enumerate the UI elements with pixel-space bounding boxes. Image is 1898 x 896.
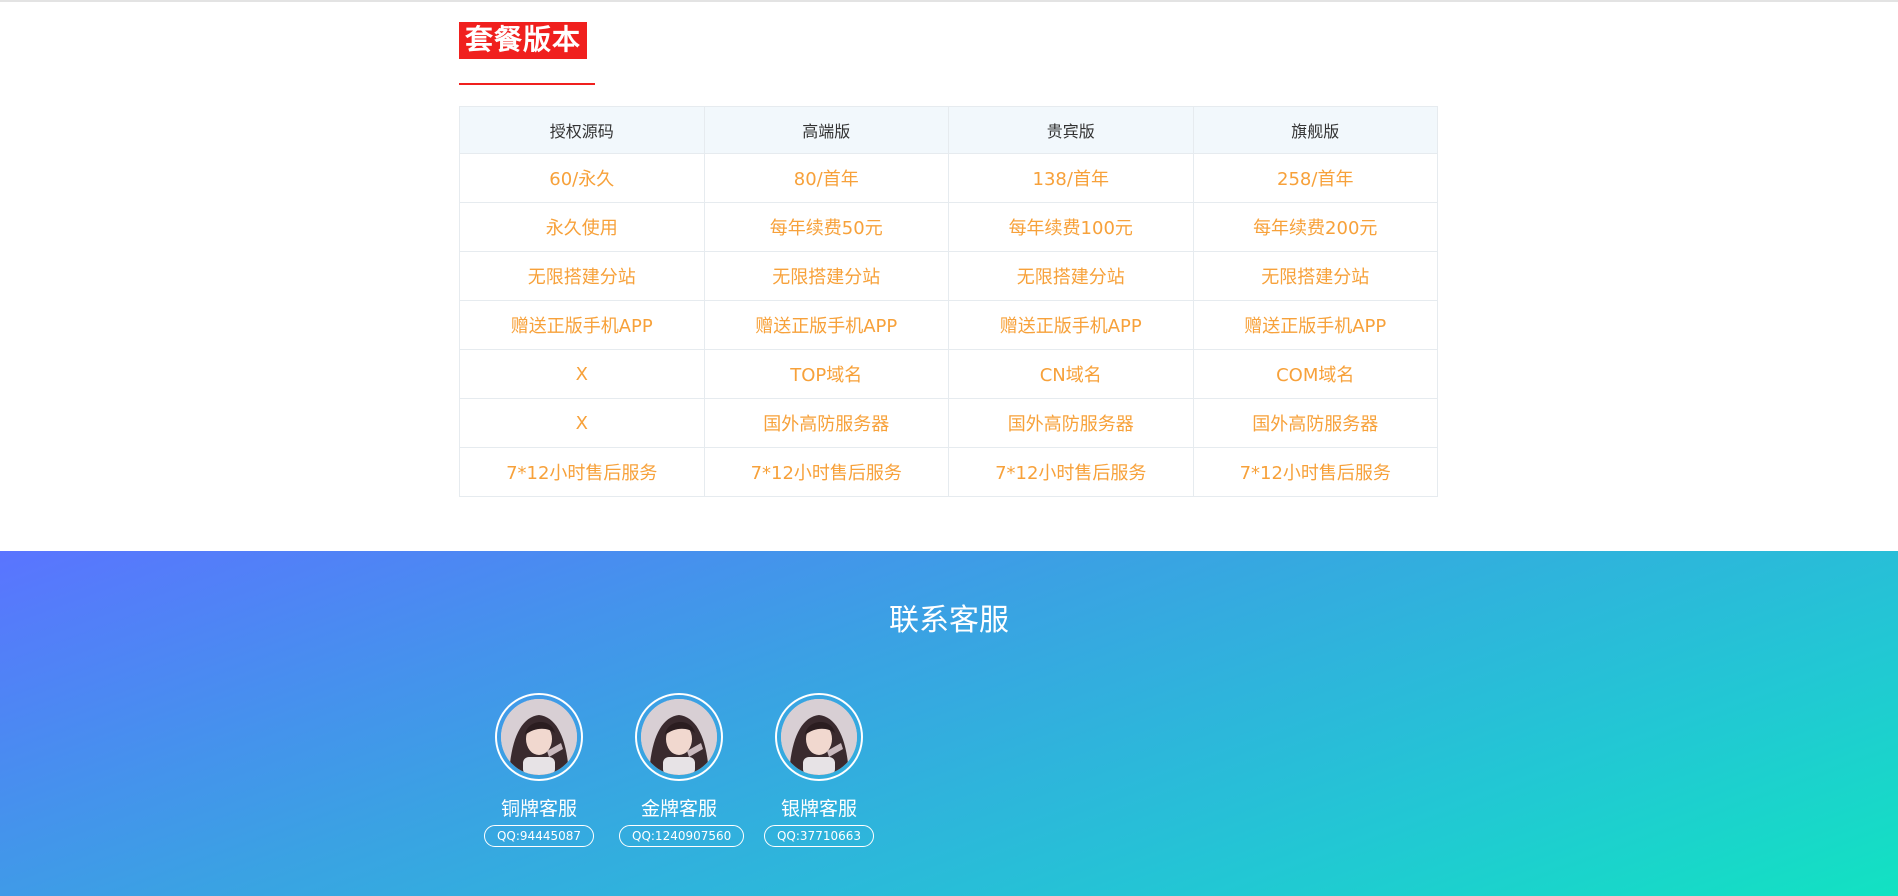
table-cell: 无限搭建分站 [1192, 251, 1438, 301]
agent-name: 银牌客服 [780, 798, 857, 820]
agent-avatar-icon [641, 699, 717, 775]
table-cell: 赠送正版手机APP [948, 300, 1194, 350]
agent-qq-badge[interactable]: QQ:37710663 [763, 825, 874, 847]
agent-avatar-icon [781, 699, 857, 775]
table-cell: 赠送正版手机APP [1192, 300, 1438, 350]
table-row: X 国外高防服务器 国外高防服务器 国外高防服务器 [459, 398, 1438, 448]
table-cell: 国外高防服务器 [703, 398, 949, 448]
header-vip-edition: 贵宾版 [948, 106, 1194, 154]
table-cell: 7*12小时售后服务 [459, 447, 705, 497]
table-cell: COM域名 [1192, 349, 1438, 399]
table-cell: 无限搭建分站 [459, 251, 705, 301]
contact-title: 联系客服 [889, 603, 1009, 638]
table-cell: 每年续费200元 [1192, 202, 1438, 252]
agent-name: 铜牌客服 [500, 798, 577, 820]
table-cell: 无限搭建分站 [703, 251, 949, 301]
table-cell: 赠送正版手机APP [703, 300, 949, 350]
table-row: X TOP域名 CN域名 COM域名 [459, 349, 1438, 399]
avatar-ring [635, 693, 723, 781]
section-header: 套餐版本 [459, 22, 595, 59]
table-cell: 每年续费50元 [703, 202, 949, 252]
table-row: 60/永久 80/首年 138/首年 258/首年 [459, 153, 1438, 203]
plan-comparison-table: 授权源码 高端版 贵宾版 旗舰版 60/永久 80/首年 138/首年 258/… [459, 106, 1438, 497]
table-cell: TOP域名 [703, 349, 949, 399]
table-row: 赠送正版手机APP 赠送正版手机APP 赠送正版手机APP 赠送正版手机APP [459, 300, 1438, 350]
avatar-ring [495, 693, 583, 781]
table-cell: 国外高防服务器 [1192, 398, 1438, 448]
table-cell: 138/首年 [948, 153, 1194, 203]
table-row: 永久使用 每年续费50元 每年续费100元 每年续费200元 [459, 202, 1438, 252]
table-cell: CN域名 [948, 349, 1194, 399]
table-cell: 7*12小时售后服务 [703, 447, 949, 497]
table-cell: 永久使用 [459, 202, 705, 252]
title-underline [459, 83, 595, 85]
table-cell: 赠送正版手机APP [459, 300, 705, 350]
table-cell: 258/首年 [1192, 153, 1438, 203]
agent-qq-badge[interactable]: QQ:94445087 [483, 825, 594, 847]
header-flagship-edition: 旗舰版 [1192, 106, 1438, 154]
header-premium-edition: 高端版 [703, 106, 949, 154]
table-cell: 国外高防服务器 [948, 398, 1194, 448]
table-cell: 7*12小时售后服务 [1192, 447, 1438, 497]
table-row: 无限搭建分站 无限搭建分站 无限搭建分站 无限搭建分站 [459, 251, 1438, 301]
support-agent-silver[interactable]: 银牌客服 QQ:37710663 [759, 693, 879, 847]
avatar-ring [775, 693, 863, 781]
support-agent-bronze[interactable]: 铜牌客服 QQ:94445087 [479, 693, 599, 847]
table-cell: 每年续费100元 [948, 202, 1194, 252]
agent-avatar-icon [501, 699, 577, 775]
contact-support-section: 联系客服 铜牌客服 QQ:94445087 金牌客服 QQ:1240907560… [0, 551, 1898, 896]
support-agent-gold[interactable]: 金牌客服 QQ:1240907560 [619, 693, 745, 847]
table-header-row: 授权源码 高端版 贵宾版 旗舰版 [459, 106, 1438, 154]
table-cell: 无限搭建分站 [948, 251, 1194, 301]
header-source-license: 授权源码 [459, 106, 705, 154]
table-cell: 60/永久 [459, 153, 705, 203]
top-divider [0, 0, 1898, 2]
table-cell: 7*12小时售后服务 [948, 447, 1194, 497]
table-cell: X [459, 398, 705, 448]
section-title: 套餐版本 [459, 22, 588, 59]
agent-name: 金牌客服 [640, 798, 717, 820]
agent-qq-badge[interactable]: QQ:1240907560 [619, 825, 745, 847]
table-row: 7*12小时售后服务 7*12小时售后服务 7*12小时售后服务 7*12小时售… [459, 447, 1438, 497]
table-cell: X [459, 349, 705, 399]
table-cell: 80/首年 [703, 153, 949, 203]
